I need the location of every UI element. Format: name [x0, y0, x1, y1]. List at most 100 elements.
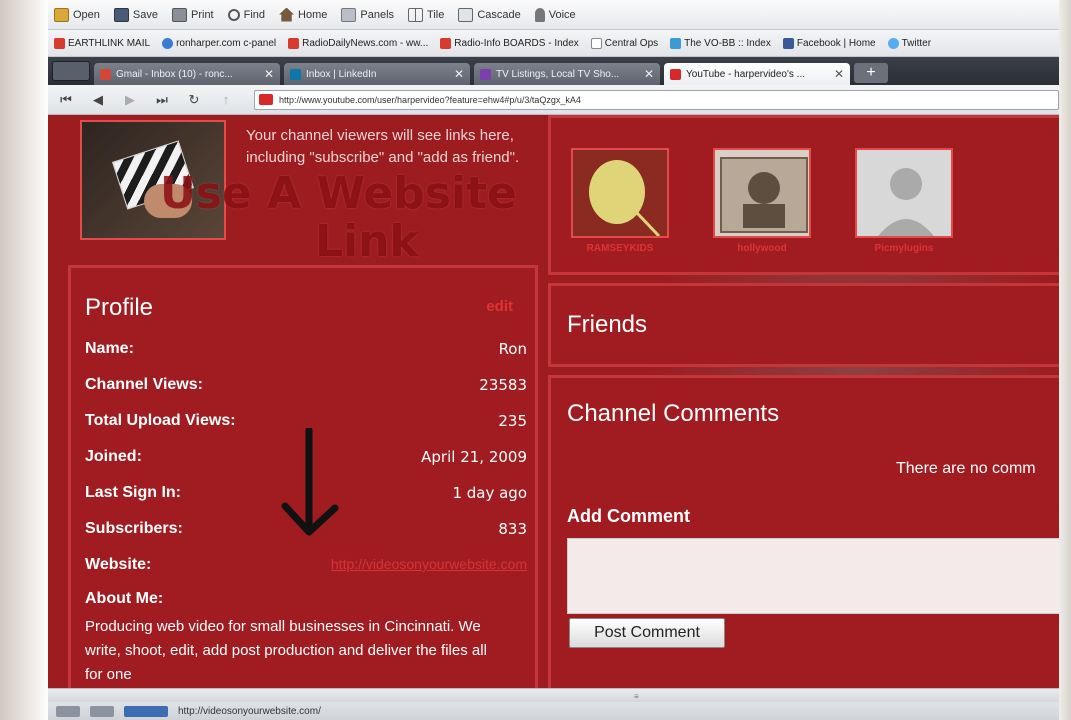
- bookmark-item[interactable]: Radio-Info BOARDS - Index: [440, 37, 579, 49]
- subscription-name[interactable]: RAMSEYKIDS: [571, 243, 669, 254]
- panels-label: Panels: [360, 8, 395, 21]
- youtube-icon: [259, 94, 273, 105]
- profile-value: Ron: [498, 340, 527, 358]
- back-icon[interactable]: ◀: [90, 92, 106, 108]
- bookmark-favicon-icon: [162, 37, 174, 49]
- voice-label: Voice: [548, 8, 576, 21]
- bookmark-item[interactable]: Central Ops: [590, 37, 658, 49]
- channel-intro-text: Your channel viewers will see links here…: [246, 127, 520, 166]
- home-button[interactable]: Home: [279, 7, 328, 22]
- bookmark-label: EARTHLINK MAIL: [68, 37, 151, 49]
- profile-row: Channel Views: 23583: [85, 376, 527, 394]
- close-icon[interactable]: ✕: [834, 67, 844, 81]
- post-comment-button[interactable]: Post Comment: [569, 618, 725, 648]
- fast-forward-icon[interactable]: ⏭: [154, 92, 170, 108]
- bookmark-favicon-icon: [887, 37, 899, 49]
- no-comments-text: There are no comm: [896, 460, 1036, 477]
- network-icon[interactable]: [90, 705, 114, 717]
- settings-icon[interactable]: [56, 705, 80, 717]
- subscription-name[interactable]: hollywood: [713, 243, 811, 254]
- reload-icon[interactable]: ↻: [186, 92, 202, 108]
- bookmark-item[interactable]: ronharper.com c-panel: [162, 37, 276, 49]
- subscription-name[interactable]: Picmylugins: [855, 243, 953, 254]
- tile-button[interactable]: Tile: [408, 7, 445, 22]
- status-bar: http://videosonyourwebsite.com/: [48, 702, 1059, 720]
- tab-gmail[interactable]: Gmail - Inbox (10) - ronc... ✕: [94, 63, 280, 85]
- save-button[interactable]: Save: [113, 7, 158, 22]
- address-url: http://www.youtube.com/user/harpervideo?…: [279, 94, 581, 105]
- bookmark-favicon-icon: [782, 37, 794, 49]
- tab-tv-listings[interactable]: TV Listings, Local TV Sho... ✕: [474, 63, 660, 85]
- rewind-icon[interactable]: ⏮: [58, 92, 74, 108]
- website-link[interactable]: http://videosonyourwebsite.com: [331, 556, 527, 574]
- default-avatar-icon: [878, 168, 934, 236]
- profile-box: Profile edit Name: Ron Channel Views: 2358…: [68, 265, 538, 688]
- bookmark-label: Facebook | Home: [796, 37, 876, 49]
- view-toggle-icon[interactable]: [124, 705, 168, 717]
- find-label: Find: [243, 8, 266, 21]
- channel-comments-box: Channel Comments There are no comm Add C…: [548, 375, 1059, 688]
- open-button[interactable]: Open: [54, 7, 100, 22]
- bookmark-favicon-icon: [670, 37, 682, 49]
- linkedin-icon: [290, 68, 301, 80]
- subscription-thumb[interactable]: [855, 148, 953, 238]
- bookmark-item[interactable]: EARTHLINK MAIL: [54, 37, 151, 49]
- print-button[interactable]: Print: [172, 7, 214, 22]
- home-label: Home: [298, 8, 328, 21]
- forward-icon[interactable]: ▶: [122, 92, 138, 108]
- panel-toggle-button[interactable]: [52, 61, 90, 81]
- bookmark-label: RadioDailyNews.com - ww...: [302, 37, 429, 49]
- tile-label: Tile: [427, 8, 445, 21]
- page-content: Your channel viewers will see links here…: [48, 115, 1059, 688]
- add-comment-label: Add Comment: [567, 506, 690, 526]
- profile-value: 23583: [479, 376, 527, 394]
- bookmark-favicon-icon: [440, 37, 452, 49]
- comment-textarea[interactable]: [567, 538, 1059, 614]
- youtube-icon: [670, 68, 681, 80]
- friends-title: Friends: [567, 311, 648, 338]
- new-tab-button[interactable]: +: [854, 63, 888, 83]
- profile-key: Total Upload Views:: [85, 412, 236, 429]
- bookmark-favicon-icon: [54, 37, 65, 49]
- bookmark-item[interactable]: RadioDailyNews.com - ww...: [288, 37, 429, 49]
- find-button[interactable]: Find: [227, 8, 266, 21]
- bookmark-item[interactable]: The VO-BB :: Index: [670, 37, 771, 49]
- tab-label: YouTube - harpervideo's ...: [686, 68, 806, 80]
- arrow-down-icon: [281, 428, 339, 536]
- subscription-thumb[interactable]: [571, 148, 669, 238]
- close-icon[interactable]: ✕: [454, 67, 464, 81]
- tab-label: Inbox | LinkedIn: [306, 68, 377, 80]
- profile-key: Joined:: [85, 448, 142, 465]
- address-field[interactable]: http://www.youtube.com/user/harpervideo?…: [254, 89, 1059, 110]
- status-url: http://videosonyourwebsite.com/: [178, 705, 321, 717]
- printer-icon: [172, 7, 187, 22]
- voice-button[interactable]: Voice: [534, 7, 576, 22]
- tab-youtube[interactable]: YouTube - harpervideo's ... ✕: [664, 63, 850, 85]
- panels-button[interactable]: Panels: [341, 7, 395, 22]
- browser-window: Open Save Print Find Home Panels Tile Ca…: [48, 0, 1059, 720]
- portrait-icon: [720, 157, 808, 233]
- horizontal-scrollbar[interactable]: ≡: [48, 688, 1059, 702]
- bookmark-item[interactable]: Facebook | Home: [782, 37, 876, 49]
- bookmark-label: The VO-BB :: Index: [684, 37, 771, 49]
- tab-label: TV Listings, Local TV Sho...: [496, 68, 620, 80]
- folder-icon: [54, 7, 69, 22]
- bookmark-label: Twitter: [901, 37, 932, 49]
- comments-title: Channel Comments: [567, 400, 780, 427]
- overlay-caption-line1: Use A Website: [160, 168, 517, 219]
- subscriptions-box: RAMSEYKIDS hollywood Picmylugins: [548, 115, 1059, 275]
- tab-linkedin[interactable]: Inbox | LinkedIn ✕: [284, 63, 470, 85]
- profile-edit-link[interactable]: edit: [486, 298, 513, 315]
- right-column: RAMSEYKIDS hollywood Picmylugins Friends…: [548, 115, 1059, 688]
- bookmark-item[interactable]: Twitter: [887, 37, 932, 49]
- leaf-icon: [589, 160, 661, 236]
- close-icon[interactable]: ✕: [644, 67, 654, 81]
- bookmark-favicon-icon: [288, 37, 300, 49]
- profile-row-website: Website: http://videosonyourwebsite.com: [85, 556, 527, 574]
- subscription-thumb[interactable]: [713, 148, 811, 238]
- cascade-button[interactable]: Cascade: [458, 7, 521, 22]
- stop-icon[interactable]: ↑: [218, 92, 234, 107]
- save-label: Save: [132, 8, 158, 21]
- close-icon[interactable]: ✕: [264, 67, 274, 81]
- friends-box: Friends: [548, 283, 1059, 367]
